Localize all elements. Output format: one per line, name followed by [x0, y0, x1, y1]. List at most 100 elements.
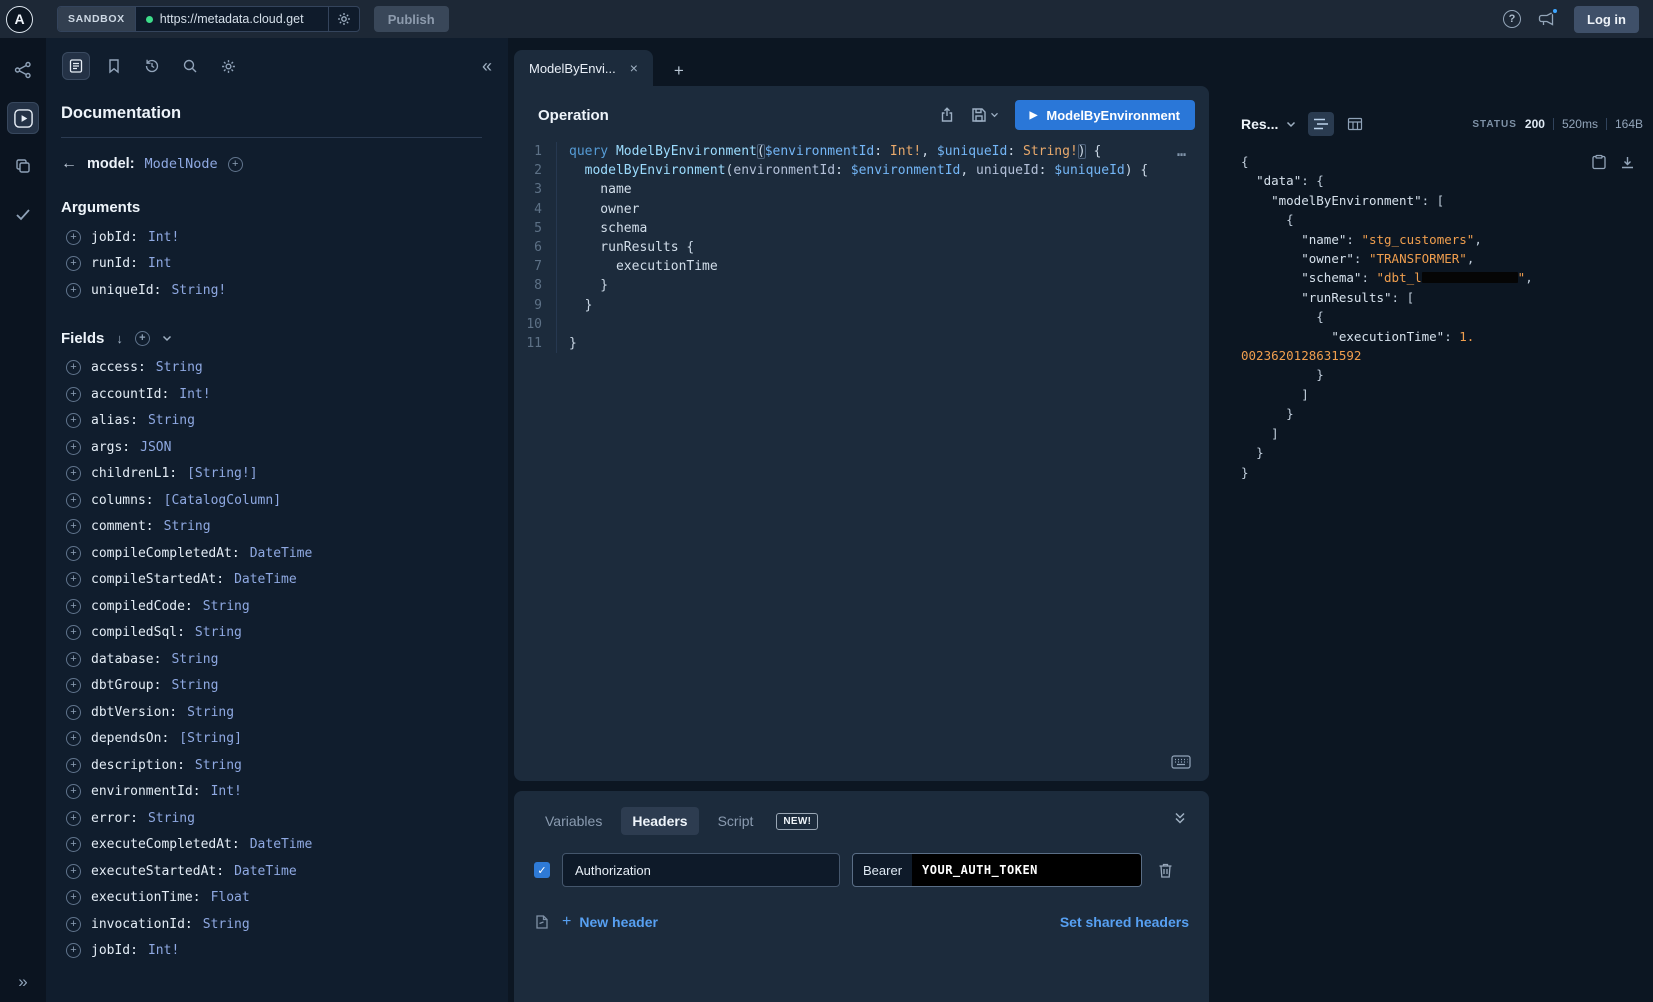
- field-type[interactable]: Int: [148, 256, 171, 271]
- table-view-icon[interactable]: [1342, 112, 1368, 136]
- settings-gear-icon[interactable]: [214, 52, 242, 80]
- field-type[interactable]: JSON: [140, 440, 171, 455]
- login-button[interactable]: Log in: [1574, 6, 1639, 33]
- copy-response-icon[interactable]: [1592, 154, 1606, 170]
- field-type[interactable]: String: [203, 917, 250, 932]
- set-shared-headers-link[interactable]: Set shared headers: [1060, 914, 1189, 930]
- add-to-query-icon[interactable]: +: [66, 230, 81, 245]
- add-to-query-icon[interactable]: +: [66, 811, 81, 826]
- copy-operations-icon[interactable]: [7, 150, 39, 182]
- field-type[interactable]: String: [164, 519, 211, 534]
- search-icon[interactable]: [176, 52, 204, 80]
- response-title[interactable]: Res...: [1241, 116, 1278, 132]
- add-to-query-icon[interactable]: +: [66, 943, 81, 958]
- add-to-query-icon[interactable]: +: [66, 758, 81, 773]
- field-type[interactable]: String: [187, 705, 234, 720]
- back-arrow-icon[interactable]: ←: [61, 155, 77, 173]
- add-to-query-icon[interactable]: +: [66, 519, 81, 534]
- operation-tab[interactable]: ModelByEnvi... ×: [514, 50, 653, 86]
- add-to-query-icon[interactable]: +: [228, 157, 243, 172]
- field-type[interactable]: Int!: [148, 943, 179, 958]
- endpoint-input[interactable]: https://metadata.cloud.get: [136, 12, 328, 26]
- field-type[interactable]: Int!: [148, 230, 179, 245]
- header-key-input[interactable]: [562, 853, 840, 887]
- env-variables-icon[interactable]: [534, 914, 550, 930]
- add-to-query-icon[interactable]: +: [66, 784, 81, 799]
- field-type[interactable]: [String!]: [187, 466, 257, 481]
- new-header-button[interactable]: + New header: [562, 913, 658, 931]
- editor-menu-icon[interactable]: …: [1177, 142, 1187, 161]
- expand-rail-icon[interactable]: »: [18, 972, 27, 994]
- add-all-fields-icon[interactable]: +: [135, 331, 150, 346]
- tab-headers[interactable]: Headers: [621, 807, 698, 835]
- add-to-query-icon[interactable]: +: [66, 413, 81, 428]
- delete-header-icon[interactable]: [1158, 862, 1173, 879]
- add-to-query-icon[interactable]: +: [66, 705, 81, 720]
- new-tab-button[interactable]: +: [665, 56, 693, 86]
- announcements-icon[interactable]: [1537, 10, 1556, 28]
- add-to-query-icon[interactable]: +: [66, 599, 81, 614]
- add-to-query-icon[interactable]: +: [66, 546, 81, 561]
- bookmark-icon[interactable]: [100, 52, 128, 80]
- documentation-tab-icon[interactable]: [62, 52, 90, 80]
- add-to-query-icon[interactable]: +: [66, 283, 81, 298]
- add-to-query-icon[interactable]: +: [66, 360, 81, 375]
- field-type[interactable]: DateTime: [250, 837, 313, 852]
- add-to-query-icon[interactable]: +: [66, 837, 81, 852]
- field-type[interactable]: String: [148, 413, 195, 428]
- field-type[interactable]: Float: [211, 890, 250, 905]
- add-to-query-icon[interactable]: +: [66, 731, 81, 746]
- publish-button[interactable]: Publish: [374, 6, 449, 32]
- field-type[interactable]: String: [195, 625, 242, 640]
- add-to-query-icon[interactable]: +: [66, 440, 81, 455]
- field-type[interactable]: DateTime: [234, 572, 297, 587]
- chevron-down-icon[interactable]: [162, 335, 172, 342]
- help-icon[interactable]: ?: [1503, 10, 1521, 28]
- tab-variables[interactable]: Variables: [534, 807, 613, 835]
- breadcrumb-type[interactable]: ModelNode: [145, 156, 218, 172]
- keyboard-shortcuts-icon[interactable]: [1171, 755, 1191, 769]
- token-box[interactable]: YOUR_AUTH_TOKEN: [912, 854, 1141, 886]
- share-operation-icon[interactable]: [939, 107, 955, 123]
- collapse-docs-icon[interactable]: «: [482, 56, 492, 77]
- schema-icon[interactable]: [7, 54, 39, 86]
- explorer-icon[interactable]: [7, 102, 39, 134]
- field-type[interactable]: [CatalogColumn]: [164, 493, 281, 508]
- chevron-down-icon[interactable]: [1286, 121, 1296, 128]
- query-editor[interactable]: 1query ModelByEnvironment($environmentId…: [514, 138, 1209, 781]
- add-to-query-icon[interactable]: +: [66, 493, 81, 508]
- apollo-logo[interactable]: A: [6, 6, 33, 33]
- add-to-query-icon[interactable]: +: [66, 572, 81, 587]
- field-type[interactable]: Int!: [211, 784, 242, 799]
- field-type[interactable]: DateTime: [250, 546, 313, 561]
- field-type[interactable]: String: [171, 678, 218, 693]
- field-type[interactable]: String: [203, 599, 250, 614]
- add-to-query-icon[interactable]: +: [66, 466, 81, 481]
- tree-view-icon[interactable]: [1308, 112, 1334, 136]
- add-to-query-icon[interactable]: +: [66, 678, 81, 693]
- field-type[interactable]: String: [171, 652, 218, 667]
- history-icon[interactable]: [138, 52, 166, 80]
- add-to-query-icon[interactable]: +: [66, 917, 81, 932]
- header-enabled-checkbox[interactable]: ✓: [534, 862, 550, 878]
- sort-fields-icon[interactable]: ↓: [116, 331, 123, 346]
- field-type[interactable]: Int!: [179, 387, 210, 402]
- field-type[interactable]: String!: [171, 283, 226, 298]
- tab-script[interactable]: Script: [707, 807, 765, 835]
- add-to-query-icon[interactable]: +: [66, 864, 81, 879]
- add-to-query-icon[interactable]: +: [66, 256, 81, 271]
- field-type[interactable]: [String]: [179, 731, 242, 746]
- add-to-query-icon[interactable]: +: [66, 387, 81, 402]
- field-type[interactable]: String: [156, 360, 203, 375]
- add-to-query-icon[interactable]: +: [66, 652, 81, 667]
- download-response-icon[interactable]: [1620, 154, 1635, 170]
- header-value-input[interactable]: Bearer YOUR_AUTH_TOKEN: [852, 853, 1142, 887]
- add-to-query-icon[interactable]: +: [66, 625, 81, 640]
- connection-settings-button[interactable]: [328, 7, 359, 31]
- checks-icon[interactable]: [7, 198, 39, 230]
- run-operation-button[interactable]: ▶ ModelByEnvironment: [1015, 100, 1195, 130]
- field-type[interactable]: DateTime: [234, 864, 297, 879]
- field-type[interactable]: String: [148, 811, 195, 826]
- add-to-query-icon[interactable]: +: [66, 890, 81, 905]
- close-tab-icon[interactable]: ×: [630, 60, 638, 76]
